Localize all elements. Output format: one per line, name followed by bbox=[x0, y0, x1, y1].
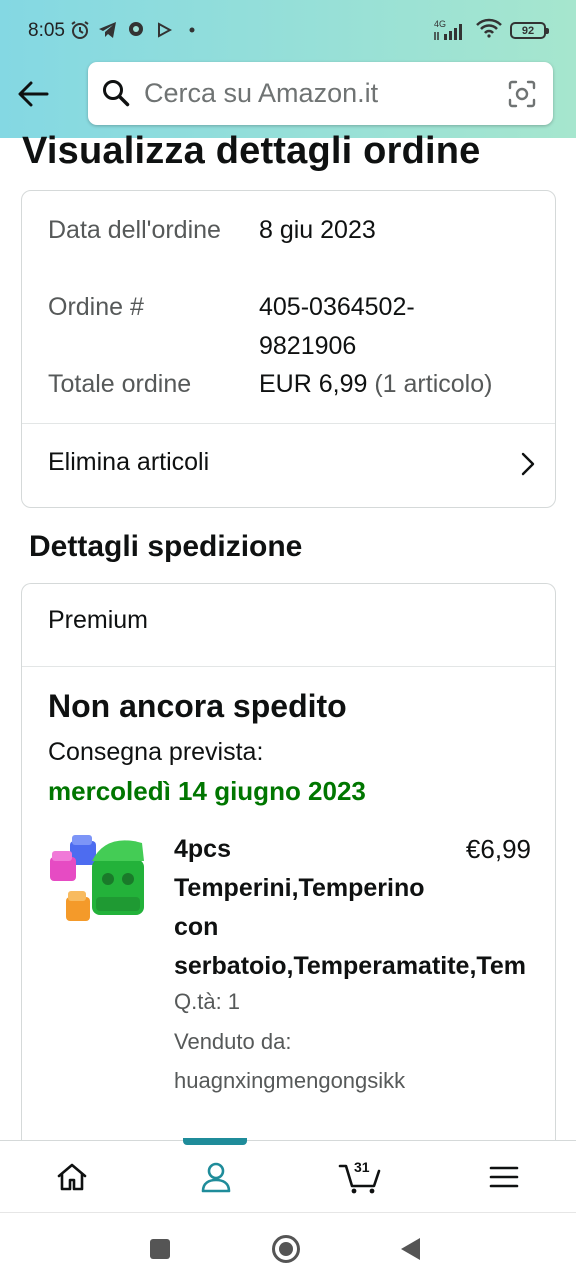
product-title-line: con bbox=[174, 913, 219, 941]
shipment-section-title: Dettagli spedizione bbox=[29, 530, 303, 563]
shipping-service: Premium bbox=[48, 606, 149, 634]
system-status: 4G 92 bbox=[432, 18, 549, 43]
order-date-label: Data dell'ordine bbox=[48, 216, 221, 244]
dot-icon bbox=[182, 19, 202, 41]
top-header: 8:05 4G 92 Cerca su Amazon.it bbox=[0, 0, 576, 138]
delivery-date: mercoledì 14 giugno 2023 bbox=[48, 776, 366, 806]
wifi-icon bbox=[476, 18, 502, 43]
shipment-status: Non ancora spedito bbox=[48, 688, 347, 724]
bottom-navigation: 31 bbox=[0, 1140, 576, 1212]
cart-count: 31 bbox=[354, 1159, 370, 1175]
search-icon bbox=[102, 79, 130, 112]
back-button[interactable] bbox=[14, 74, 52, 114]
circle-icon bbox=[272, 1235, 300, 1263]
divider bbox=[22, 666, 555, 667]
telegram-icon bbox=[98, 19, 118, 41]
search-placeholder: Cerca su Amazon.it bbox=[144, 78, 379, 108]
nav-home[interactable] bbox=[0, 1141, 144, 1213]
delete-items-label: Elimina articoli bbox=[48, 448, 210, 476]
seller-label: Venduto da: bbox=[174, 1029, 292, 1054]
delivery-label: Consegna prevista: bbox=[48, 738, 264, 766]
nav-account[interactable] bbox=[144, 1141, 288, 1213]
signal-icon: 4G bbox=[432, 19, 468, 41]
search-input[interactable]: Cerca su Amazon.it bbox=[88, 62, 553, 125]
order-summary-card: Data dell'ordine 8 giu 2023 Ordine # 405… bbox=[21, 190, 556, 508]
product-quantity: Q.tà: 1 bbox=[174, 989, 241, 1014]
triangle-back-icon bbox=[401, 1238, 420, 1260]
play-icon bbox=[154, 19, 174, 41]
back-system-button[interactable] bbox=[394, 1233, 426, 1265]
home-icon bbox=[57, 1163, 87, 1191]
order-number-label: Ordine # bbox=[48, 293, 144, 321]
delete-items-link[interactable]: Elimina articoli bbox=[22, 424, 555, 508]
home-system-button[interactable] bbox=[270, 1233, 302, 1265]
account-icon bbox=[201, 1162, 231, 1193]
product-title-line: serbatoio,Temperamatite,Tem bbox=[174, 952, 526, 980]
order-total-label: Totale ordine bbox=[48, 370, 192, 398]
status-time: 8:05 bbox=[28, 20, 65, 41]
battery-level: 92 bbox=[521, 24, 535, 37]
back-arrow-icon bbox=[18, 81, 49, 107]
square-icon bbox=[150, 1239, 170, 1259]
system-navigation-bar bbox=[0, 1212, 576, 1280]
seller-name: huagnxingmengongsikk bbox=[174, 1068, 406, 1093]
shipment-card: Premium Non ancora spedito Consegna prev… bbox=[21, 583, 556, 1183]
recents-button[interactable] bbox=[144, 1233, 176, 1265]
battery-icon: 92 bbox=[510, 22, 549, 39]
chevron-right-icon bbox=[521, 452, 535, 481]
nav-cart[interactable]: 31 bbox=[288, 1141, 432, 1213]
product-price: €6,99 bbox=[465, 834, 531, 864]
chat-icon bbox=[126, 19, 146, 41]
notification-icons bbox=[70, 19, 202, 41]
order-date-value: 8 giu 2023 bbox=[259, 216, 376, 244]
active-tab-indicator bbox=[183, 1138, 247, 1145]
order-number-value: 405-0364502-9821906 bbox=[259, 293, 415, 360]
order-total: EUR 6,99 (1 articolo) bbox=[259, 365, 549, 404]
status-bar: 8:05 4G 92 bbox=[0, 0, 576, 62]
product-image[interactable] bbox=[46, 829, 156, 939]
camera-search-icon[interactable] bbox=[507, 79, 537, 114]
order-total-value: EUR 6,99 bbox=[259, 370, 368, 398]
product-title-line: Temperini,Temperino bbox=[174, 874, 425, 902]
order-total-items: (1 articolo) bbox=[374, 370, 493, 398]
alarm-icon bbox=[70, 19, 90, 41]
menu-icon bbox=[489, 1166, 519, 1188]
page-title: Visualizza dettagli ordine bbox=[22, 130, 481, 172]
nav-menu[interactable] bbox=[432, 1141, 576, 1213]
